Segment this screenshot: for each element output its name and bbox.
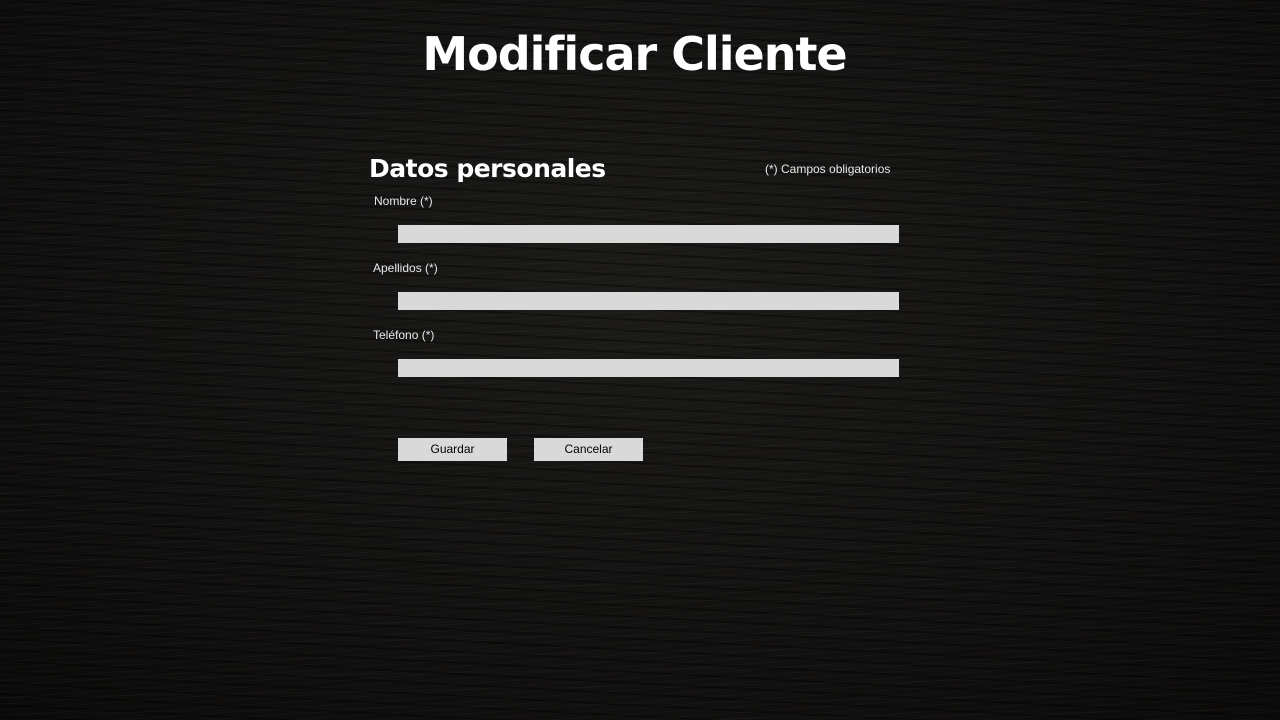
phone-label: Teléfono (*) — [373, 328, 435, 342]
surname-label: Apellidos (*) — [373, 261, 438, 275]
phone-field[interactable] — [398, 359, 899, 377]
page-title: Modificar Cliente — [422, 27, 847, 81]
name-label: Nombre (*) — [374, 194, 433, 208]
section-title: Datos personales — [369, 154, 606, 183]
surname-field[interactable] — [398, 292, 899, 310]
save-button[interactable]: Guardar — [398, 438, 507, 461]
required-fields-note: (*) Campos obligatorios — [765, 162, 891, 176]
name-field[interactable] — [398, 225, 899, 243]
cancel-button[interactable]: Cancelar — [534, 438, 643, 461]
